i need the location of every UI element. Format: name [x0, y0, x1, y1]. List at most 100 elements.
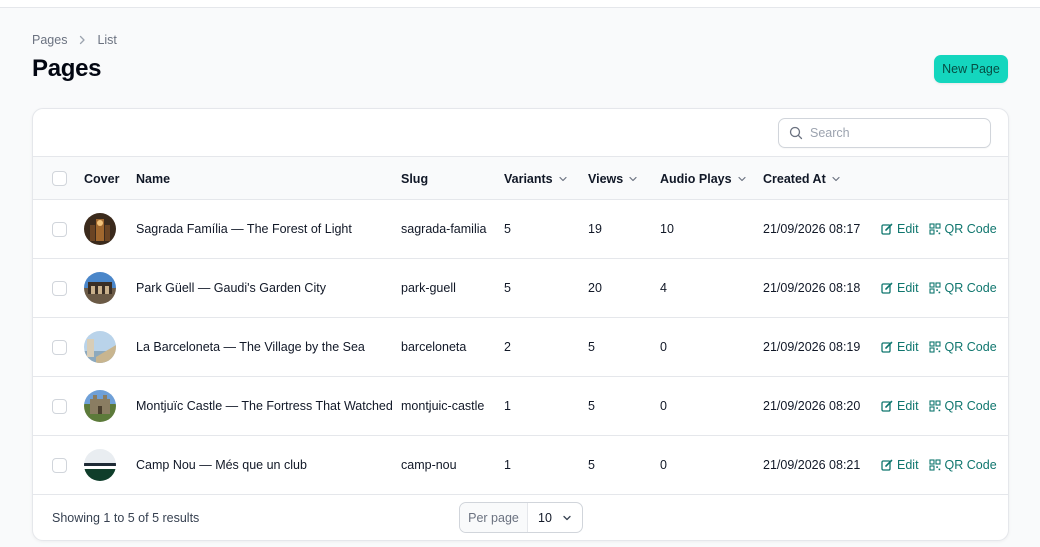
cover-thumbnail	[84, 272, 116, 304]
row-variants: 5	[504, 281, 511, 295]
row-slug: park-guell	[401, 281, 456, 295]
per-page-label: Per page	[460, 503, 528, 532]
edit-action[interactable]: Edit	[881, 458, 919, 472]
qr-code-label: QR Code	[944, 281, 997, 295]
row-audio-plays: 0	[660, 399, 667, 413]
search-icon	[789, 126, 803, 140]
edit-label: Edit	[897, 222, 919, 236]
breadcrumb-item-list: List	[97, 33, 117, 47]
row-actions: Edit QR Code	[881, 318, 997, 376]
edit-action[interactable]: Edit	[881, 399, 919, 413]
column-created-at-label: Created At	[763, 171, 826, 186]
row-variants: 5	[504, 222, 511, 236]
column-variants-label: Variants	[504, 171, 553, 186]
edit-action[interactable]: Edit	[881, 340, 919, 354]
new-page-button[interactable]: New Page	[934, 55, 1008, 83]
table-row[interactable]: La Barceloneta — The Village by the Sea …	[33, 318, 1008, 377]
column-cover-label: Cover	[84, 171, 120, 186]
qr-code-label: QR Code	[944, 399, 997, 413]
row-checkbox[interactable]	[52, 340, 67, 355]
select-all-checkbox[interactable]	[52, 171, 67, 186]
qr-code-icon	[928, 282, 941, 294]
table-row[interactable]: Camp Nou — Més que un club camp-nou 1 5 …	[33, 436, 1008, 495]
column-views-label: Views	[588, 171, 624, 186]
edit-icon	[881, 459, 893, 471]
row-created-at: 21/09/2026 08:18	[763, 281, 861, 295]
breadcrumb-item-pages[interactable]: Pages	[32, 33, 67, 47]
search-box[interactable]	[778, 118, 991, 148]
row-name: Montjuïc Castle — The Fortress That Watc…	[136, 399, 393, 413]
qr-code-action[interactable]: QR Code	[928, 222, 997, 236]
edit-label: Edit	[897, 340, 919, 354]
edit-action[interactable]: Edit	[881, 222, 919, 236]
chevron-down-icon	[832, 176, 840, 181]
row-views: 20	[588, 281, 602, 295]
cover-thumbnail	[84, 390, 116, 422]
column-audio-plays[interactable]: Audio Plays	[660, 157, 747, 200]
row-actions: Edit QR Code	[881, 377, 997, 435]
chevron-down-icon	[563, 515, 571, 520]
row-slug: barceloneta	[401, 340, 467, 354]
row-actions: Edit QR Code	[881, 259, 997, 317]
qr-code-action[interactable]: QR Code	[928, 340, 997, 354]
row-actions: Edit QR Code	[881, 200, 997, 258]
edit-action[interactable]: Edit	[881, 281, 919, 295]
column-views[interactable]: Views	[588, 157, 638, 200]
table-footer: Showing 1 to 5 of 5 results Per page 10	[33, 493, 1008, 540]
per-page-value-box[interactable]: 10	[528, 503, 582, 532]
chevron-down-icon	[629, 176, 637, 181]
chevron-right-icon	[80, 35, 86, 45]
row-created-at: 21/09/2026 08:17	[763, 222, 861, 236]
column-name-label: Name	[136, 171, 171, 186]
qr-code-label: QR Code	[944, 222, 997, 236]
row-name: Sagrada Família — The Forest of Light	[136, 222, 352, 236]
qr-code-action[interactable]: QR Code	[928, 281, 997, 295]
column-created-at[interactable]: Created At	[763, 157, 841, 200]
row-created-at: 21/09/2026 08:21	[763, 458, 861, 472]
table-toolbar	[33, 109, 1008, 157]
row-checkbox[interactable]	[52, 222, 67, 237]
row-audio-plays: 4	[660, 281, 667, 295]
cover-thumbnail	[84, 213, 116, 245]
column-name: Name	[136, 157, 170, 200]
column-slug: Slug	[401, 157, 428, 200]
search-input[interactable]	[810, 126, 980, 140]
row-checkbox[interactable]	[52, 399, 67, 414]
column-slug-label: Slug	[401, 171, 429, 186]
qr-code-action[interactable]: QR Code	[928, 399, 997, 413]
chevron-down-icon	[737, 176, 746, 181]
row-audio-plays: 0	[660, 340, 667, 354]
row-created-at: 21/09/2026 08:20	[763, 399, 861, 413]
cover-thumbnail	[84, 449, 116, 481]
row-variants: 2	[504, 340, 511, 354]
column-variants[interactable]: Variants	[504, 157, 568, 200]
edit-icon	[881, 223, 893, 235]
per-page-select[interactable]: Per page 10	[459, 502, 583, 533]
row-name: Park Güell — Gaudi's Garden City	[136, 281, 326, 295]
row-views: 5	[588, 458, 595, 472]
row-views: 19	[588, 222, 602, 236]
row-created-at: 21/09/2026 08:19	[763, 340, 861, 354]
row-checkbox[interactable]	[52, 281, 67, 296]
row-audio-plays: 10	[660, 222, 674, 236]
chevron-down-icon	[559, 176, 567, 181]
table-row[interactable]: Sagrada Família — The Forest of Light sa…	[33, 200, 1008, 259]
row-slug: sagrada-familia	[401, 222, 487, 236]
breadcrumb: Pages List	[32, 33, 117, 47]
cover-thumbnail	[84, 331, 116, 363]
qr-code-icon	[928, 341, 941, 353]
row-slug: camp-nou	[401, 458, 457, 472]
qr-code-icon	[928, 459, 941, 471]
qr-code-action[interactable]: QR Code	[928, 458, 997, 472]
row-variants: 1	[504, 399, 511, 413]
edit-icon	[881, 282, 893, 294]
table-row[interactable]: Park Güell — Gaudi's Garden City park-gu…	[33, 259, 1008, 318]
row-checkbox[interactable]	[52, 458, 67, 473]
column-cover: Cover	[84, 157, 119, 200]
per-page-value: 10	[538, 510, 552, 525]
row-audio-plays: 0	[660, 458, 667, 472]
row-variants: 1	[504, 458, 511, 472]
edit-label: Edit	[897, 399, 919, 413]
table-row[interactable]: Montjuïc Castle — The Fortress That Watc…	[33, 377, 1008, 436]
pages-table-card: Cover Name Slug Variants Views Audio Pla…	[32, 108, 1009, 541]
